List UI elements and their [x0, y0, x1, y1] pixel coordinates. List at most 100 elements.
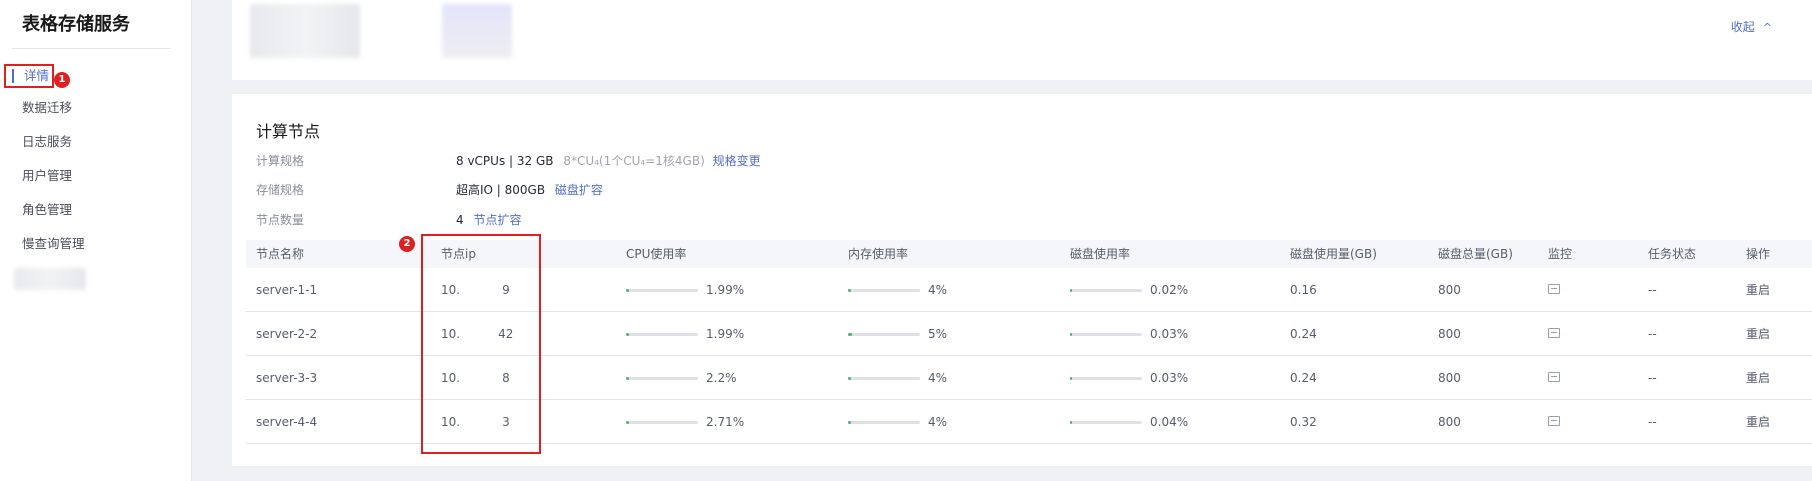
sidebar-item-data-migration[interactable]: 数据迁移	[22, 97, 72, 119]
monitor-icon[interactable]	[1548, 372, 1560, 382]
sidebar-divider	[12, 48, 170, 49]
cpu-usage-value: 2.2%	[706, 371, 737, 385]
disk-usage-value: 0.02%	[1150, 283, 1189, 297]
disk-usage-bar-fill	[1070, 377, 1073, 380]
section-title: 计算节点	[256, 122, 321, 141]
compute-spec-hint: 8*CU₄(1个CU₄=1核4GB)	[563, 154, 705, 168]
annotation-badge-2: 2	[399, 236, 415, 252]
sidebar-item-slow-query-management[interactable]: 慢查询管理	[22, 233, 85, 255]
restart-button[interactable]: 重启	[1746, 400, 1770, 444]
collapse-button[interactable]: 收起 ^	[1731, 18, 1772, 35]
compute-spec-value: 8 vCPUs | 32 GB 8*CU₄(1个CU₄=1核4GB) 规格变更	[456, 152, 761, 169]
memory-usage-bar	[848, 421, 920, 424]
sidebar-item-role-management[interactable]: 角色管理	[22, 199, 72, 221]
col-monitor: 监控	[1548, 247, 1573, 261]
compute-spec-label: 计算规格	[256, 154, 305, 168]
memory-usage-bar	[848, 289, 920, 292]
cpu-usage-bar-fill	[626, 377, 629, 380]
cpu-usage-bar	[626, 333, 698, 336]
sidebar-item-user-management[interactable]: 用户管理	[22, 165, 72, 187]
col-task-status: 任务状态	[1648, 247, 1697, 261]
storage-spec-text: 超高IO | 800GB	[456, 183, 546, 197]
disk-usage-bar-fill	[1070, 421, 1073, 424]
monitor-icon[interactable]	[1548, 284, 1560, 294]
node-name-cell: server-4-4	[256, 415, 318, 429]
restart-button[interactable]: 重启	[1746, 312, 1770, 356]
redacted-sidebar-item	[14, 268, 86, 290]
cpu-usage-value: 2.71%	[706, 415, 745, 429]
disk-used-cell: 0.16	[1290, 283, 1317, 297]
monitor-icon[interactable]	[1548, 328, 1560, 338]
redacted-info-block	[250, 4, 360, 58]
disk-usage-bar	[1070, 289, 1142, 292]
cpu-usage-bar-fill	[626, 421, 629, 424]
node-name-cell: server-1-1	[256, 283, 318, 297]
disk-used-cell: 0.32	[1290, 415, 1317, 429]
memory-usage-bar-fill	[848, 333, 852, 336]
cpu-usage-bar-fill	[626, 289, 629, 292]
memory-usage-value: 4%	[928, 283, 948, 297]
disk-total-cell: 800	[1438, 327, 1461, 341]
node-name-cell: server-2-2	[256, 327, 318, 341]
change-spec-link[interactable]: 规格变更	[713, 154, 761, 168]
disk-total-cell: 800	[1438, 283, 1461, 297]
annotation-box-2	[421, 234, 541, 454]
compute-spec-text: 8 vCPUs | 32 GB	[456, 154, 554, 168]
node-count-text: 4	[456, 213, 464, 227]
disk-total-cell: 800	[1438, 371, 1461, 385]
disk-usage-bar	[1070, 333, 1142, 336]
task-status-cell: --	[1648, 283, 1657, 297]
disk-usage-value: 0.03%	[1150, 327, 1189, 341]
cpu-usage-bar	[626, 421, 698, 424]
memory-usage-value: 5%	[928, 327, 948, 341]
cpu-usage-bar-fill	[626, 333, 629, 336]
disk-usage-bar-fill	[1070, 289, 1073, 292]
memory-usage-bar	[848, 377, 920, 380]
memory-usage-bar-fill	[848, 289, 851, 292]
annotation-box-1	[4, 64, 54, 88]
node-count-value: 4 节点扩容	[456, 211, 521, 228]
disk-used-cell: 0.24	[1290, 371, 1317, 385]
col-memory-usage: 内存使用率	[848, 247, 909, 261]
task-status-cell: --	[1648, 415, 1657, 429]
cpu-usage-value: 1.99%	[706, 283, 745, 297]
disk-total-cell: 800	[1438, 415, 1461, 429]
service-title: 表格存储服务	[22, 14, 130, 35]
memory-usage-bar-fill	[848, 421, 851, 424]
cpu-usage-value: 1.99%	[706, 327, 745, 341]
col-cpu-usage: CPU使用率	[626, 247, 687, 261]
node-expand-link[interactable]: 节点扩容	[473, 213, 521, 227]
disk-used-cell: 0.24	[1290, 327, 1317, 341]
disk-usage-bar-fill	[1070, 333, 1073, 336]
sidebar-item-log-service[interactable]: 日志服务	[22, 131, 72, 153]
disk-usage-value: 0.04%	[1150, 415, 1189, 429]
memory-usage-value: 4%	[928, 371, 948, 385]
storage-spec-value: 超高IO | 800GB 磁盘扩容	[456, 181, 603, 198]
memory-usage-bar	[848, 333, 920, 336]
col-node-name: 节点名称	[256, 247, 305, 261]
cpu-usage-bar	[626, 289, 698, 292]
disk-usage-value: 0.03%	[1150, 371, 1189, 385]
disk-usage-bar	[1070, 421, 1142, 424]
redacted-info-block	[442, 4, 512, 58]
col-disk-usage: 磁盘使用率	[1070, 247, 1131, 261]
task-status-cell: --	[1648, 371, 1657, 385]
node-name-cell: server-3-3	[256, 371, 318, 385]
collapse-label: 收起	[1730, 20, 1755, 34]
task-status-cell: --	[1648, 327, 1657, 341]
annotation-badge-1: 1	[54, 72, 70, 88]
col-disk-used: 磁盘使用量(GB)	[1290, 247, 1377, 261]
top-info-card: 收起 ^	[232, 0, 1812, 80]
monitor-icon[interactable]	[1548, 416, 1560, 426]
memory-usage-value: 4%	[928, 415, 948, 429]
col-operation: 操作	[1746, 247, 1771, 261]
col-disk-total: 磁盘总量(GB)	[1438, 247, 1513, 261]
chevron-up-icon: ^	[1762, 21, 1772, 34]
cpu-usage-bar	[626, 377, 698, 380]
node-count-label: 节点数量	[256, 213, 305, 227]
memory-usage-bar-fill	[848, 377, 851, 380]
disk-usage-bar	[1070, 377, 1142, 380]
restart-button[interactable]: 重启	[1746, 268, 1770, 312]
restart-button[interactable]: 重启	[1746, 356, 1770, 400]
disk-expand-link[interactable]: 磁盘扩容	[555, 183, 603, 197]
